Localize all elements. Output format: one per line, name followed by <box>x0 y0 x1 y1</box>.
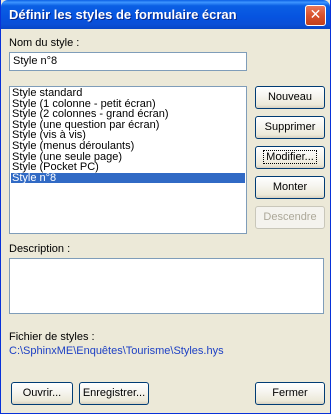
styles-file-label: Fichier de styles : <box>9 331 95 343</box>
style-name-input[interactable]: Style n°8 <box>9 52 247 71</box>
enregistrer-button-label: Enregistrer... <box>82 387 146 399</box>
modifier-button[interactable]: Modifier... <box>255 146 325 169</box>
dialog-window: Définir les styles de formulaire écran ✕… <box>0 0 331 414</box>
supprimer-button[interactable]: Supprimer <box>255 116 325 139</box>
monter-button-label: Monter <box>272 181 308 193</box>
description-textarea[interactable] <box>9 258 324 314</box>
descendre-button-label: Descendre <box>263 211 317 223</box>
enregistrer-button[interactable]: Enregistrer... <box>79 382 149 405</box>
ouvrir-button-label: Ouvrir... <box>22 387 62 399</box>
nouveau-button-label: Nouveau <box>267 91 313 103</box>
supprimer-button-label: Supprimer <box>264 121 316 133</box>
description-label: Description : <box>9 243 71 255</box>
list-item-selected[interactable]: Style n°8 <box>11 172 245 184</box>
list-item[interactable]: Style (menus déroulants) <box>11 141 245 152</box>
styles-listbox[interactable]: Style standard Style (1 colonne - petit … <box>9 86 247 234</box>
ouvrir-button[interactable]: Ouvrir... <box>11 382 73 405</box>
title-bar[interactable]: Définir les styles de formulaire écran ✕ <box>1 0 330 29</box>
close-button[interactable]: ✕ <box>305 5 326 26</box>
styles-file-path: C:\SphinxME\Enquêtes\Tourisme\Styles.hys <box>9 345 224 357</box>
fermer-button-label: Fermer <box>272 387 308 399</box>
modifier-button-label: Modifier... <box>263 150 317 164</box>
list-item[interactable]: Style standard <box>11 88 245 99</box>
close-icon: ✕ <box>309 7 322 23</box>
style-name-label: Nom du style : <box>9 37 80 49</box>
fermer-button[interactable]: Fermer <box>255 382 325 405</box>
descendre-button[interactable]: Descendre <box>255 206 325 229</box>
window-title: Définir les styles de formulaire écran <box>9 7 237 22</box>
nouveau-button[interactable]: Nouveau <box>255 86 325 109</box>
monter-button[interactable]: Monter <box>255 176 325 199</box>
